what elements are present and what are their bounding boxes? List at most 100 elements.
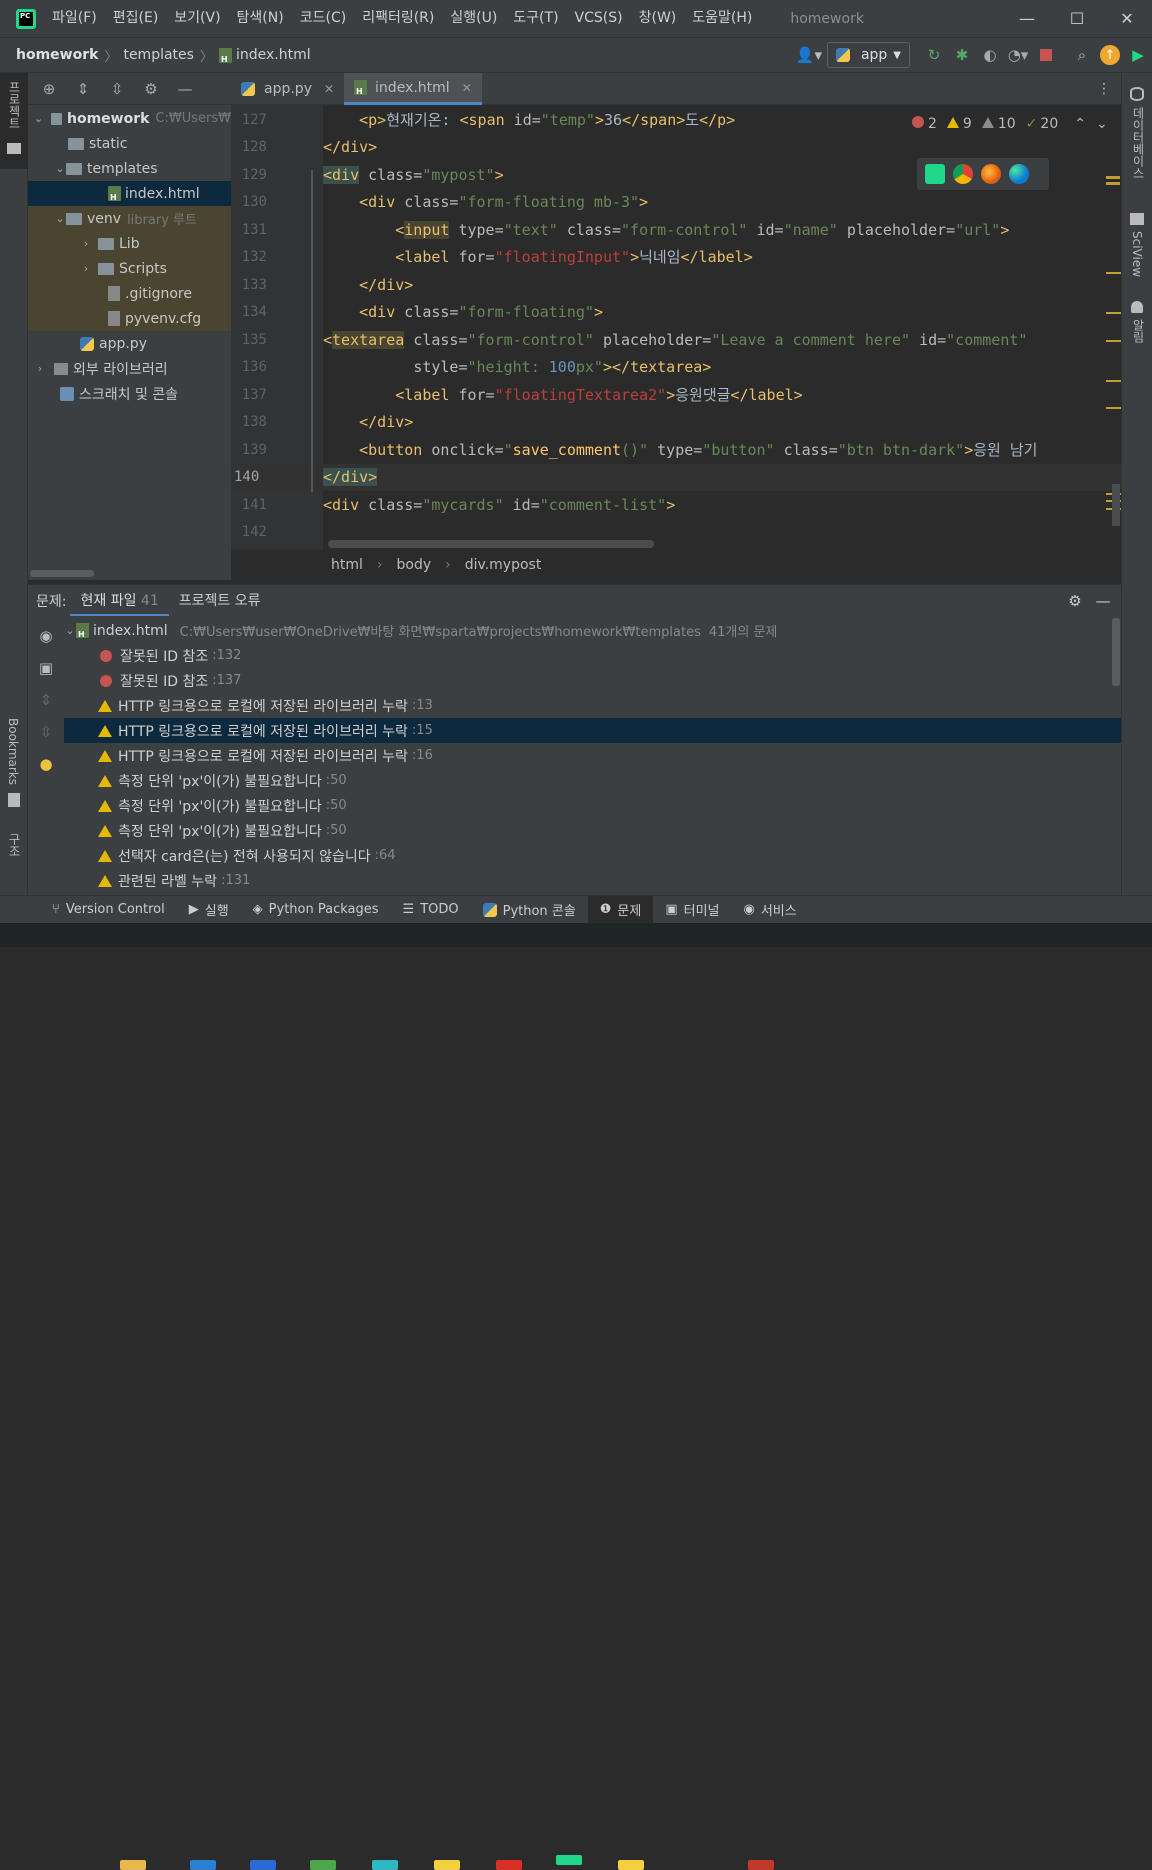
minimize-button[interactable]: — [1002,0,1052,37]
problem-item[interactable]: 측정 단위 'px'이(가) 불필요합니다:50 [64,793,1121,818]
horizontal-scrollbar[interactable] [328,540,654,548]
menu-refactor[interactable]: 리팩터링(R) [354,0,442,37]
coverage-icon[interactable]: ◐ [976,41,1004,69]
project-tool-button[interactable]: 프로젝트 [0,73,28,169]
tree-item-templates[interactable]: ⌄ templates [28,156,231,181]
project-scrollbar[interactable] [30,570,94,577]
menu-edit[interactable]: 편집(E) [105,0,167,37]
problem-item[interactable]: HTTP 링크용으로 로컬에 저장된 라이브러리 누락:16 [64,743,1121,768]
tree-item-homework[interactable]: ⌄ homework C:₩Users₩ [28,106,231,131]
breadcrumb-file[interactable]: index.html [218,47,311,64]
problem-item[interactable]: HTTP 링크용으로 로컬에 저장된 라이브러리 누락:13 [64,693,1121,718]
menu-tools[interactable]: 도구(T) [505,0,566,37]
tree-item-lib[interactable]: › Lib [28,231,231,256]
scroll-mark[interactable] [1106,182,1120,185]
tool-problems[interactable]: ❶ 문제 [587,895,654,924]
close-window-button[interactable]: ✕ [1102,0,1152,37]
menu-view[interactable]: 보기(V) [166,0,228,37]
taskbar-app-icon[interactable] [496,1860,522,1870]
maximize-button[interactable]: ☐ [1052,0,1102,37]
taskbar-app-icon[interactable] [434,1860,460,1870]
tool-run[interactable]: ▶ 실행 [177,896,241,924]
scroll-mark[interactable] [1106,380,1122,382]
menu-run[interactable]: 실행(U) [442,0,505,37]
run-configuration-select[interactable]: app ▼ [826,42,910,68]
tool-todo[interactable]: ☰ TODO [391,896,471,924]
breadcrumb-div-mypost[interactable]: div.mypost [465,557,542,573]
preview-icon[interactable]: ▣ [32,654,60,682]
menu-code[interactable]: 코드(C) [292,0,354,37]
lightbulb-icon[interactable]: ● [32,750,60,778]
user-account-icon[interactable]: 👤▾ [791,41,827,69]
problem-item[interactable]: 측정 단위 'px'이(가) 불필요합니다:50 [64,768,1121,793]
tree-item-scratches[interactable]: 스크래치 및 콘솔 [28,381,231,406]
menu-file[interactable]: 파일(F) [44,0,105,37]
scroll-mark[interactable] [1106,407,1122,409]
tool-terminal[interactable]: ▣ 터미널 [653,896,731,924]
breadcrumb-html[interactable]: html [331,557,363,573]
bookmarks-tool-button[interactable]: Bookmarks [6,718,20,785]
tool-services[interactable]: ◉ 서비스 [732,896,809,924]
taskbar-app-icon[interactable] [250,1860,276,1870]
taskbar-app-icon[interactable] [190,1860,216,1870]
debug-icon[interactable]: ✱ [948,41,976,69]
breadcrumb-project[interactable]: homework [16,47,98,63]
problem-file-row[interactable]: ⌄ index.html C:₩Users₩user₩OneDrive₩바탕 화… [64,618,1121,643]
taskbar-app-icon[interactable] [310,1860,336,1870]
rerun-icon[interactable]: ↻ [920,41,948,69]
problem-item[interactable]: 잘못된 ID 참조:132 [64,643,1121,668]
search-icon[interactable]: ⌕ [1068,41,1096,69]
more-tabs-icon[interactable]: ⋮ [1087,73,1121,105]
tree-item-gitignore[interactable]: .gitignore [28,281,231,306]
select-opened-file-icon[interactable]: ⊕ [34,75,64,103]
structure-tool-button[interactable]: 구조 [6,833,23,857]
collapse-all-icon[interactable]: ⇳ [102,75,132,103]
tab-index-html[interactable]: index.html✕ [344,73,482,105]
menu-window[interactable]: 창(W) [631,0,685,37]
notifications-tool-button[interactable]: 알림 [1130,319,1147,343]
tool-python-console[interactable]: Python 콘솔 [471,896,588,924]
gear-icon[interactable]: ⚙ [136,75,166,103]
firefox-icon[interactable] [981,164,1001,184]
breadcrumb-body[interactable]: body [397,557,432,573]
tool-version-control[interactable]: ⑂ Version Control [40,896,177,924]
gear-icon[interactable]: ⚙ [1061,587,1089,615]
tab-project-errors[interactable]: 프로젝트 오류 [169,585,271,617]
problem-item[interactable]: 관련된 라벨 누락:131 [64,868,1121,893]
problem-item[interactable]: 잘못된 ID 참조:137 [64,668,1121,693]
tree-item-venv[interactable]: ⌄ venv library 루트 [28,206,231,231]
taskbar-folder-icon[interactable] [120,1860,146,1870]
pycharm-browser-icon[interactable] [925,164,945,184]
breadcrumb-templates[interactable]: templates [123,47,194,63]
scroll-mark[interactable] [1106,272,1122,274]
previous-problem-icon[interactable]: ⌃ [1074,116,1086,132]
close-icon[interactable]: ✕ [324,82,334,96]
scroll-mark[interactable] [1106,312,1122,314]
scroll-mark[interactable] [1106,340,1122,342]
tree-item-external-libraries[interactable]: › 외부 라이브러리 [28,356,231,381]
eye-icon[interactable]: ◉ [32,622,60,650]
tree-item-index-html[interactable]: index.html [28,181,231,206]
close-icon[interactable]: ✕ [462,81,472,95]
update-icon[interactable]: ↑ [1096,41,1124,69]
tree-item-app-py[interactable]: app.py [28,331,231,356]
taskbar-app-icon[interactable] [618,1860,644,1870]
tool-python-packages[interactable]: ◈ Python Packages [241,896,391,924]
tree-item-static[interactable]: static [28,131,231,156]
next-problem-icon[interactable]: ⌄ [1096,116,1108,132]
taskbar-app-icon[interactable] [748,1860,774,1870]
problem-item[interactable]: 측정 단위 'px'이(가) 불필요합니다:50 [64,818,1121,843]
scroll-mark[interactable] [1106,176,1120,179]
taskbar-pycharm-icon[interactable] [556,1855,582,1865]
profile-icon[interactable]: ◔▾ [1004,41,1032,69]
database-tool-button[interactable]: 데이터베이스 [1130,107,1147,179]
sciview-tool-button[interactable]: SciView [1130,231,1144,277]
tree-item-pyvenv-cfg[interactable]: pyvenv.cfg [28,306,231,331]
chrome-icon[interactable] [953,164,973,184]
menu-vcs[interactable]: VCS(S) [567,0,631,37]
hide-panel-icon[interactable]: — [1089,587,1117,615]
problems-scrollbar[interactable] [1112,618,1120,686]
tree-item-scripts[interactable]: › Scripts [28,256,231,281]
stop-icon[interactable] [1032,41,1060,69]
taskbar-app-icon[interactable] [372,1860,398,1870]
